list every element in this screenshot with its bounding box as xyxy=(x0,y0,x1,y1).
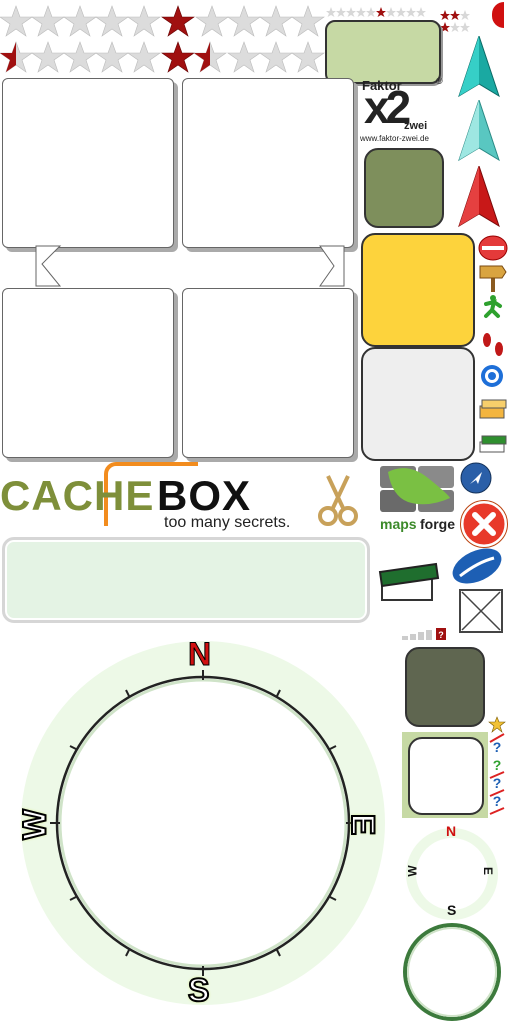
faktor-line2: zwei xyxy=(404,120,428,132)
bubble-pointers xyxy=(35,245,345,287)
checkbox-icon[interactable] xyxy=(458,588,504,634)
faktor-url: www.faktor-zwei.de xyxy=(360,134,429,143)
close-icon[interactable] xyxy=(460,500,508,548)
footprints-icon xyxy=(483,333,503,356)
bubble-bottom-left xyxy=(2,288,174,458)
cachebox-logo: CACHE BOX too many secrets. xyxy=(0,460,310,535)
compass-big-n: N xyxy=(187,636,212,673)
mini-stars-strip xyxy=(326,7,426,17)
compass-small-e: E xyxy=(481,866,496,876)
scissors-icon xyxy=(318,475,358,526)
text-input-panel[interactable] xyxy=(2,537,370,623)
logo-tagline: too many secrets. xyxy=(164,514,291,531)
signal-icon: ? xyxy=(402,628,446,640)
compass-small-n: N xyxy=(446,823,457,839)
signpost-icon xyxy=(479,265,507,292)
puzzle-icon xyxy=(380,466,454,512)
mapsforge-text-right: forge xyxy=(420,516,455,532)
faktor-registered: ® xyxy=(436,76,443,86)
target-icon xyxy=(481,365,503,387)
tile-yellow xyxy=(361,233,475,347)
compass-big-e: E xyxy=(344,813,382,836)
cache-box-orange-icon xyxy=(479,399,507,419)
compass-small-w: W xyxy=(405,865,420,877)
svg-text:?: ? xyxy=(493,775,502,791)
navigation-icon xyxy=(460,462,492,494)
small-icons-column: ? ? ? ? xyxy=(488,716,506,815)
runner-icon xyxy=(484,295,502,318)
svg-text:?: ? xyxy=(438,630,444,640)
cache-box-icon xyxy=(378,562,440,601)
ruler-icon xyxy=(452,548,502,584)
logo-word-cache: CACHE xyxy=(0,472,155,519)
mini-stars-strip-2 xyxy=(440,10,470,32)
compass-big xyxy=(21,641,385,1005)
svg-text:?: ? xyxy=(493,793,502,809)
green-panel xyxy=(325,20,441,84)
arrow-teal-icon xyxy=(458,36,500,98)
mapsforge-logo: maps forge xyxy=(374,458,460,536)
compass-big-w: W xyxy=(16,808,54,840)
stars-row-second xyxy=(0,41,325,73)
faktor-zwei-logo: Faktor x2 ® zwei www.faktor-zwei.de xyxy=(360,76,446,146)
tile-grey xyxy=(361,347,475,461)
red-half-circle-icon xyxy=(492,2,504,28)
compass-small-s: S xyxy=(447,902,457,918)
stop-icon xyxy=(478,235,508,261)
logo-word-box: BOX xyxy=(157,472,252,519)
mapsforge-text-left: maps xyxy=(380,516,417,532)
arrow-teal-light-icon xyxy=(458,100,500,162)
cache-box-green-icon xyxy=(479,435,507,453)
green-ring xyxy=(403,923,501,1021)
tile-dark xyxy=(405,647,485,727)
bubble-bottom-right xyxy=(182,288,354,458)
svg-text:?: ? xyxy=(493,757,502,773)
tile-white xyxy=(408,737,484,815)
compass-big-s: S xyxy=(187,971,210,1009)
svg-text:?: ? xyxy=(493,739,502,755)
tile-olive xyxy=(364,148,444,228)
bubble-top-left xyxy=(2,78,174,248)
faktor-big: x2 xyxy=(364,81,411,133)
stars-row-top xyxy=(0,5,325,37)
bubble-top-right xyxy=(182,78,354,248)
arrow-red-icon xyxy=(458,166,500,228)
